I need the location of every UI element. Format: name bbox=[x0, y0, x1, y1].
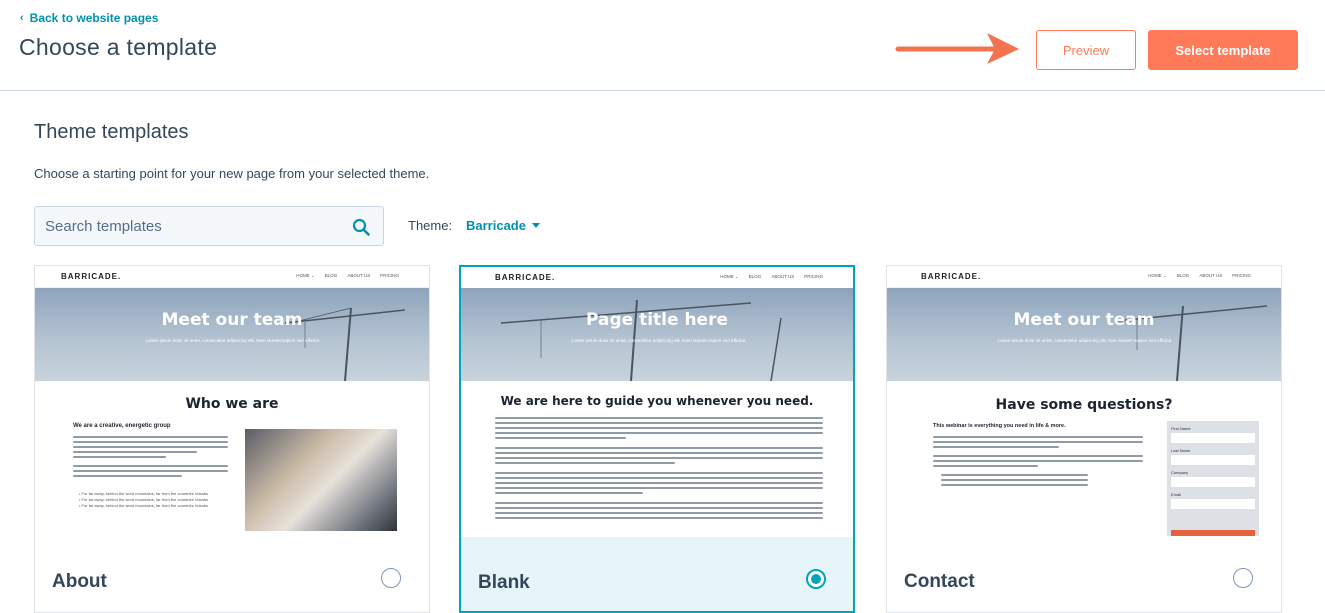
arrow-right-icon bbox=[895, 33, 1019, 64]
template-radio-contact[interactable] bbox=[1233, 568, 1253, 588]
template-thumbnail: BARRICADE. HOME ⌄ BLOG ABOUT US PRICING … bbox=[461, 267, 853, 537]
thumb-hero-title: Page title here bbox=[586, 310, 728, 330]
theme-value: Barricade bbox=[466, 218, 526, 233]
thumb-hero-title: Meet our team bbox=[161, 310, 303, 330]
thumb-text-lines bbox=[73, 436, 228, 480]
thumb-nav-item: HOME ⌄ bbox=[720, 274, 739, 279]
thumb-nav-item: PRICING bbox=[1232, 273, 1251, 278]
template-card-contact[interactable]: BARRICADE. HOME ⌄ BLOG ABOUT US PRICING … bbox=[886, 265, 1282, 613]
section-description: Choose a starting point for your new pag… bbox=[34, 166, 430, 181]
template-thumbnail: BARRICADE. HOME ⌄ BLOG ABOUT US PRICING … bbox=[887, 266, 1281, 536]
search-input[interactable] bbox=[35, 207, 345, 245]
thumb-nav: BARRICADE. HOME ⌄ BLOG ABOUT US PRICING bbox=[887, 266, 1281, 288]
crane-image bbox=[1116, 305, 1268, 381]
thumb-nav-item: BLOG bbox=[324, 273, 338, 278]
template-name: Contact bbox=[904, 571, 975, 592]
thumb-heading: We are here to guide you whenever you ne… bbox=[500, 394, 814, 408]
thumb-bullets: • For far away, behind the word mountain… bbox=[79, 491, 219, 509]
thumb-nav-item: HOME ⌄ bbox=[296, 273, 315, 278]
template-thumbnail: BARRICADE. HOME ⌄ BLOG ABOUT US PRICING … bbox=[35, 266, 429, 536]
thumb-logo: BARRICADE. bbox=[921, 272, 982, 281]
thumb-nav-item: HOME ⌄ bbox=[1148, 273, 1167, 278]
thumb-contact-form: First Name Last Name Company Email bbox=[1167, 421, 1259, 536]
thumb-nav-item: PRICING bbox=[380, 273, 399, 278]
form-field-label: Email bbox=[1171, 492, 1182, 497]
thumb-subheading: This webinar is everything you need in l… bbox=[933, 423, 1066, 429]
template-card-blank[interactable]: BARRICADE. HOME ⌄ BLOG ABOUT US PRICING … bbox=[459, 265, 855, 613]
card-footer: Blank bbox=[461, 537, 853, 611]
thumb-hero-title: Meet our team bbox=[1013, 310, 1155, 330]
team-photo bbox=[245, 429, 397, 531]
thumb-hero: Meet our team Lorem ipsum dolor sit amet… bbox=[35, 288, 429, 381]
select-template-button[interactable]: Select template bbox=[1148, 30, 1298, 70]
thumb-text-lines bbox=[495, 417, 823, 522]
preview-button[interactable]: Preview bbox=[1036, 30, 1136, 70]
back-link[interactable]: ‹ Back to website pages bbox=[20, 11, 158, 25]
thumb-nav-item: ABOUT US bbox=[771, 274, 795, 279]
template-name: About bbox=[52, 571, 107, 592]
page-title: Choose a template bbox=[19, 34, 218, 60]
thumb-hero-subtitle: Lorem ipsum dolor sit amet, consectetur … bbox=[571, 338, 747, 343]
thumb-nav-item: ABOUT US bbox=[347, 273, 371, 278]
form-field-label: Company bbox=[1171, 470, 1189, 475]
thumb-heading: Who we are bbox=[185, 396, 279, 412]
crane-image bbox=[500, 299, 782, 381]
card-footer: Contact bbox=[887, 536, 1281, 612]
theme-dropdown[interactable]: Barricade bbox=[466, 218, 540, 233]
thumb-hero-subtitle: Lorem ipsum dolor sit amet, consectetur … bbox=[145, 338, 321, 343]
thumb-hero: Meet our team Lorem ipsum dolor sit amet… bbox=[887, 288, 1281, 381]
page-header: ‹ Back to website pages Choose a templat… bbox=[0, 0, 1325, 91]
form-field-label: Last Name bbox=[1171, 448, 1191, 453]
thumb-logo: BARRICADE. bbox=[495, 273, 556, 282]
thumb-nav: BARRICADE. HOME ⌄ BLOG ABOUT US PRICING bbox=[35, 266, 429, 288]
template-name: Blank bbox=[478, 572, 530, 593]
thumb-text-lines bbox=[933, 436, 1143, 489]
back-link-label: Back to website pages bbox=[29, 11, 159, 25]
template-radio-about[interactable] bbox=[381, 568, 401, 588]
caret-down-icon bbox=[531, 223, 540, 228]
search-icon[interactable] bbox=[352, 218, 370, 236]
thumb-nav-item: PRICING bbox=[804, 274, 823, 279]
search-box bbox=[34, 206, 384, 246]
theme-label: Theme: bbox=[408, 218, 453, 233]
form-field-label: First Name bbox=[1171, 426, 1191, 431]
template-radio-blank[interactable] bbox=[806, 569, 826, 589]
thumb-hero: Page title here Lorem ipsum dolor sit am… bbox=[461, 288, 853, 381]
thumb-bullet: • For far away, behind the word mountain… bbox=[79, 503, 208, 508]
template-card-about[interactable]: BARRICADE. HOME ⌄ BLOG ABOUT US PRICING … bbox=[34, 265, 430, 613]
thumb-logo: BARRICADE. bbox=[61, 272, 122, 281]
card-footer: About bbox=[35, 536, 429, 612]
thumb-subheading: We are a creative, energetic group bbox=[73, 423, 171, 429]
thumb-nav-item: ABOUT US bbox=[1199, 273, 1223, 278]
chevron-left-icon: ‹ bbox=[20, 12, 24, 24]
section-title: Theme templates bbox=[34, 121, 189, 143]
thumb-heading: Have some questions? bbox=[995, 397, 1173, 413]
thumb-nav-item: BLOG bbox=[748, 274, 762, 279]
thumb-nav-item: BLOG bbox=[1176, 273, 1190, 278]
thumb-nav: BARRICADE. HOME ⌄ BLOG ABOUT US PRICING bbox=[461, 267, 853, 289]
thumb-hero-subtitle: Lorem ipsum dolor sit amet, consectetur … bbox=[997, 338, 1173, 343]
crane-image bbox=[284, 307, 406, 381]
